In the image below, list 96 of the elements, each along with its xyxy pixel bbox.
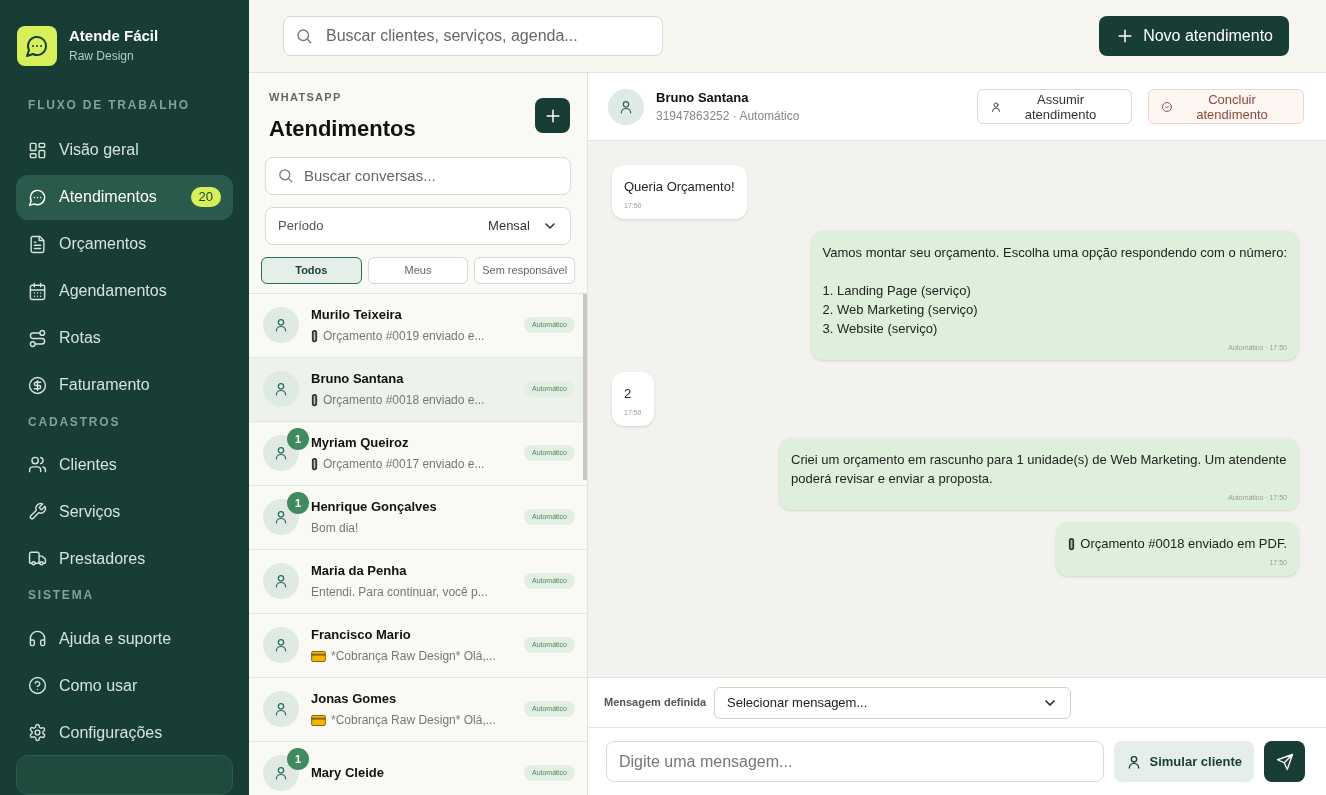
section-heading: SISTEMA <box>27 587 95 605</box>
preset-dropdown[interactable]: Selecionar mensagem... <box>714 686 1072 719</box>
send-icon <box>1275 752 1294 771</box>
message-preview: Bom dia! <box>311 520 359 538</box>
message-preview: Orçamento #0017 enviado e... <box>323 456 485 474</box>
conclude-button[interactable]: Concluir atendimento <box>1148 89 1304 124</box>
paperclip-icon <box>311 393 318 408</box>
filter-tab[interactable]: Meus <box>367 256 469 284</box>
nav-item[interactable]: Visão geral <box>16 128 233 173</box>
assume-button[interactable]: Assumir atendimento <box>977 89 1132 124</box>
list-title: Atendimentos <box>269 114 416 143</box>
user-icon <box>273 509 289 525</box>
section-heading: FLUXO DE TRABALHO <box>27 97 191 114</box>
search-field[interactable]: Buscar conversas... <box>265 156 571 195</box>
user-icon <box>273 381 289 397</box>
contact-name: Myriam Queiroz <box>311 433 410 452</box>
search-icon <box>295 27 313 45</box>
channel-label: WHATSAPP <box>269 90 343 105</box>
user-icon <box>273 701 289 717</box>
scrollbar[interactable] <box>583 293 587 480</box>
contact-name: Bruno Santana <box>656 88 750 107</box>
app-subtitle: Raw Design <box>69 48 135 65</box>
count-badge: 20 <box>190 187 221 208</box>
nav-item[interactable]: Clientes <box>16 442 233 488</box>
contact-info: 31947863252 · Automático <box>656 108 801 126</box>
truck-icon <box>28 549 47 569</box>
nav-item[interactable]: Faturamento <box>16 362 233 408</box>
unread-badge: 1 <box>287 428 309 450</box>
contact-name: Bruno Santana <box>311 369 405 388</box>
document-icon <box>28 234 47 254</box>
nav-item[interactable]: Prestadores <box>16 536 233 582</box>
user-icon <box>273 317 289 333</box>
route-icon <box>28 328 47 348</box>
grid-icon <box>28 140 47 160</box>
app-name: Atende Fácil <box>69 26 159 46</box>
contact-name: Mary Cleide <box>311 764 385 783</box>
message-text: 2 <box>624 385 632 403</box>
message-text: Vamos montar seu orçamento. Escolha uma opção respondendo com o número: 1. Landing Page (serviço) 2. Web Marketing (serviço) 3. Website (serviço) <box>822 243 1287 338</box>
dollar-icon <box>28 375 47 395</box>
contact-name: Maria da Penha <box>311 561 408 580</box>
message-preview: Entendi. Para continuar, você p... <box>311 584 488 602</box>
nav-item[interactable]: Serviços <box>16 489 233 535</box>
users-icon <box>28 455 47 475</box>
preset-label: Mensagem definida <box>604 695 707 711</box>
search-field[interactable]: Buscar clientes, serviços, agenda... <box>283 16 663 56</box>
message-preview: Orçamento #0018 enviado e... <box>323 392 485 410</box>
period-label: Período <box>278 216 324 235</box>
nav-item[interactable]: Agendamentos <box>16 268 233 314</box>
headset-icon <box>28 629 47 649</box>
paperclip-icon <box>1068 536 1076 551</box>
message-preview: *Cobrança Raw Design* Olá,... <box>331 712 496 730</box>
nav-item[interactable]: Atendimentos 20 <box>16 174 233 220</box>
nav-item[interactable]: Configurações <box>16 710 233 756</box>
message-text: Orçamento #0018 enviado em PDF. <box>1080 535 1287 553</box>
unread-badge: 1 <box>287 748 309 770</box>
paperclip-icon <box>311 457 318 472</box>
message-input[interactable]: Digite uma mensagem... <box>606 741 1104 782</box>
help-icon <box>28 676 47 696</box>
filter-tab[interactable]: Todos <box>261 256 362 284</box>
nav-item[interactable]: Ajuda e suporte <box>16 616 233 662</box>
user-icon <box>273 445 289 461</box>
user-icon <box>618 98 634 115</box>
send-button[interactable] <box>1264 741 1305 782</box>
contact-name: Jonas Gomes <box>311 689 398 708</box>
settings-icon <box>28 723 47 743</box>
period-value: Mensal <box>488 216 530 235</box>
search-icon <box>277 166 294 184</box>
message-text: Queria Orçamento! <box>624 178 735 196</box>
add-button[interactable] <box>535 98 570 133</box>
period-dropdown[interactable]: Período Mensal <box>265 206 571 245</box>
chat-bubble-icon <box>25 34 49 58</box>
check-circle-icon <box>1161 100 1173 113</box>
user-icon <box>273 573 289 589</box>
message-preview: Orçamento #0019 enviado e... <box>323 328 485 346</box>
paperclip-icon <box>311 329 318 344</box>
credit-card-icon <box>311 650 326 662</box>
nav-item[interactable]: Orçamentos <box>16 221 233 267</box>
nav-item[interactable]: Rotas <box>16 315 233 361</box>
calendar-icon <box>28 281 47 301</box>
message-text: Criei um orçamento em rascunho para 1 unidade(s) de Web Marketing. Um atendente poderá revisar e enviar a proposta. <box>791 450 1287 488</box>
unread-badge: 1 <box>287 492 309 514</box>
user-icon <box>273 765 289 781</box>
chat-bubble-icon <box>28 187 47 207</box>
new-ticket-button[interactable]: Novo atendimento <box>1099 16 1289 56</box>
nav-item[interactable]: Como usar <box>16 663 233 709</box>
user-icon <box>273 637 289 653</box>
message-preview: *Cobrança Raw Design* Olá,... <box>331 648 496 666</box>
contact-name: Francisco Mario <box>311 625 412 644</box>
simulate-button[interactable]: Simular cliente <box>1113 741 1254 782</box>
user-icon <box>990 100 1002 113</box>
section-heading: CADASTROS <box>27 413 122 431</box>
wrench-icon <box>28 502 47 522</box>
filter-tab[interactable]: Sem responsável <box>474 256 575 284</box>
contact-name: Murilo Teixeira <box>311 305 403 324</box>
contact-name: Henrique Gonçalves <box>311 497 438 516</box>
credit-card-icon <box>311 714 326 726</box>
